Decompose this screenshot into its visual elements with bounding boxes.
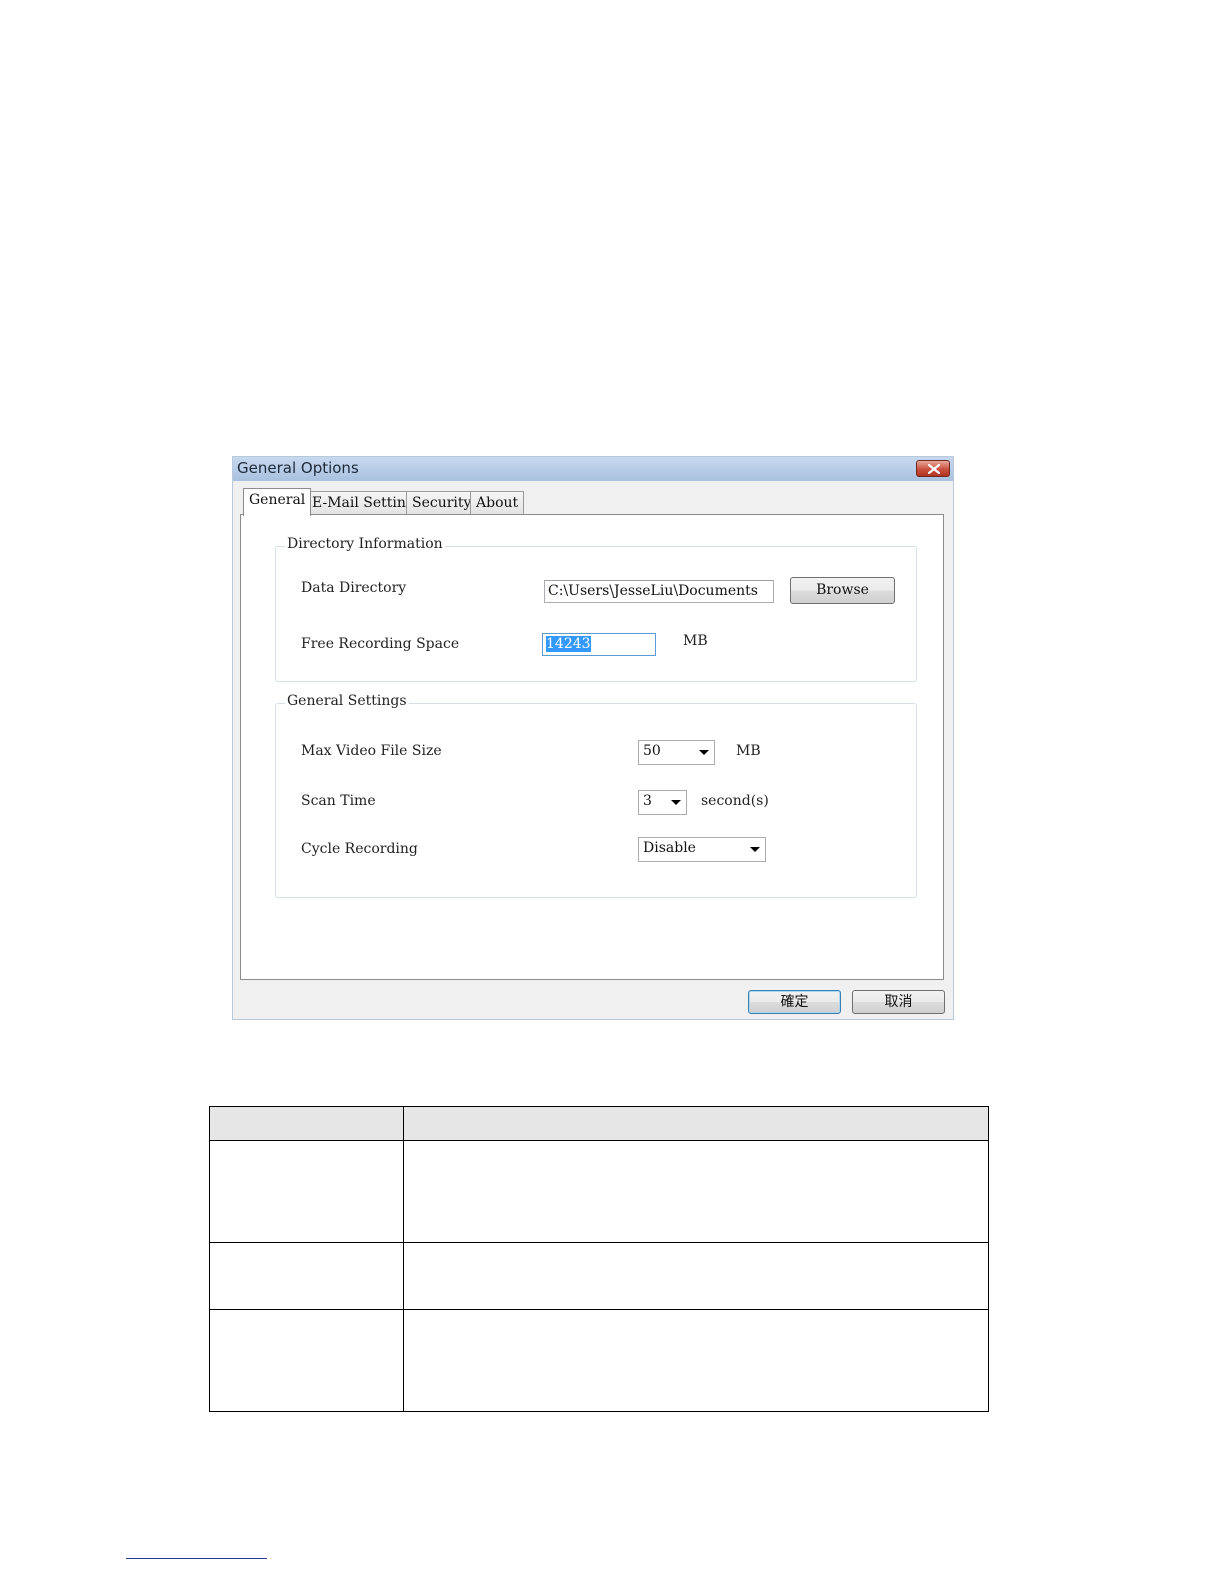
ok-button[interactable]: 確定: [748, 990, 841, 1014]
browse-button[interactable]: Browse: [790, 577, 895, 604]
table-header-cell: [209, 1106, 404, 1141]
table-row: [209, 1242, 989, 1310]
browse-button-label: Browse: [816, 582, 869, 598]
scan-time-unit: second(s): [701, 793, 769, 809]
general-options-dialog: General Options General E-Mail Setting S…: [232, 456, 954, 1020]
table-cell: [403, 1309, 989, 1412]
free-recording-space-unit: MB: [683, 633, 708, 649]
tab-about-label: About: [476, 495, 519, 511]
description-table: [209, 1106, 989, 1412]
cancel-button-label: 取消: [884, 994, 913, 1010]
chevron-down-icon: [699, 750, 709, 755]
free-recording-space-value: 14243: [546, 636, 591, 652]
close-icon: [928, 464, 940, 474]
max-video-file-size-unit: MB: [736, 743, 761, 759]
cancel-button[interactable]: 取消: [852, 990, 945, 1014]
general-settings-title: General Settings: [285, 693, 409, 709]
scan-time-label: Scan Time: [301, 793, 376, 809]
max-video-file-size-label: Max Video File Size: [301, 743, 442, 759]
scan-time-value: 3: [643, 793, 652, 809]
table-cell: [209, 1140, 404, 1243]
tab-security[interactable]: Security: [406, 491, 478, 515]
tab-general-label: General: [249, 492, 306, 508]
directory-information-group: Directory Information Data Directory C:\…: [275, 536, 917, 682]
table-row: [209, 1140, 989, 1243]
scan-time-select[interactable]: 3: [638, 790, 687, 815]
footer-rule: [126, 1558, 267, 1559]
tab-general[interactable]: General: [243, 488, 312, 516]
max-video-file-size-value: 50: [643, 743, 661, 759]
cycle-recording-label: Cycle Recording: [301, 841, 418, 857]
dialog-title: General Options: [237, 459, 359, 477]
directory-information-title: Directory Information: [285, 536, 445, 552]
tab-email-setting[interactable]: E-Mail Setting: [306, 491, 421, 515]
free-recording-space-label: Free Recording Space: [301, 636, 460, 652]
free-recording-space-field[interactable]: 14243: [542, 633, 656, 656]
tab-email-setting-label: E-Mail Setting: [312, 495, 415, 511]
table-header-cell: [403, 1106, 989, 1141]
tab-about[interactable]: About: [470, 491, 525, 515]
chevron-down-icon: [750, 847, 760, 852]
data-directory-label: Data Directory: [301, 580, 407, 596]
data-directory-value: C:\Users\JesseLiu\Documents: [548, 583, 758, 599]
cycle-recording-value: Disable: [643, 840, 696, 856]
table-cell: [403, 1242, 989, 1310]
max-video-file-size-select[interactable]: 50: [638, 740, 715, 765]
chevron-down-icon: [671, 800, 681, 805]
table-cell: [403, 1140, 989, 1243]
tab-security-label: Security: [412, 495, 472, 511]
table-cell: [209, 1309, 404, 1412]
table-cell: [209, 1242, 404, 1310]
table-header-row: [209, 1106, 989, 1141]
cycle-recording-select[interactable]: Disable: [638, 837, 766, 862]
general-settings-group: General Settings Max Video File Size 50 …: [275, 693, 917, 898]
title-bar[interactable]: General Options: [233, 457, 953, 481]
close-button[interactable]: [916, 460, 950, 477]
data-directory-field[interactable]: C:\Users\JesseLiu\Documents: [544, 580, 774, 603]
table-row: [209, 1309, 989, 1412]
general-tab-panel: Directory Information Data Directory C:\…: [240, 514, 944, 980]
ok-button-label: 確定: [780, 994, 809, 1010]
